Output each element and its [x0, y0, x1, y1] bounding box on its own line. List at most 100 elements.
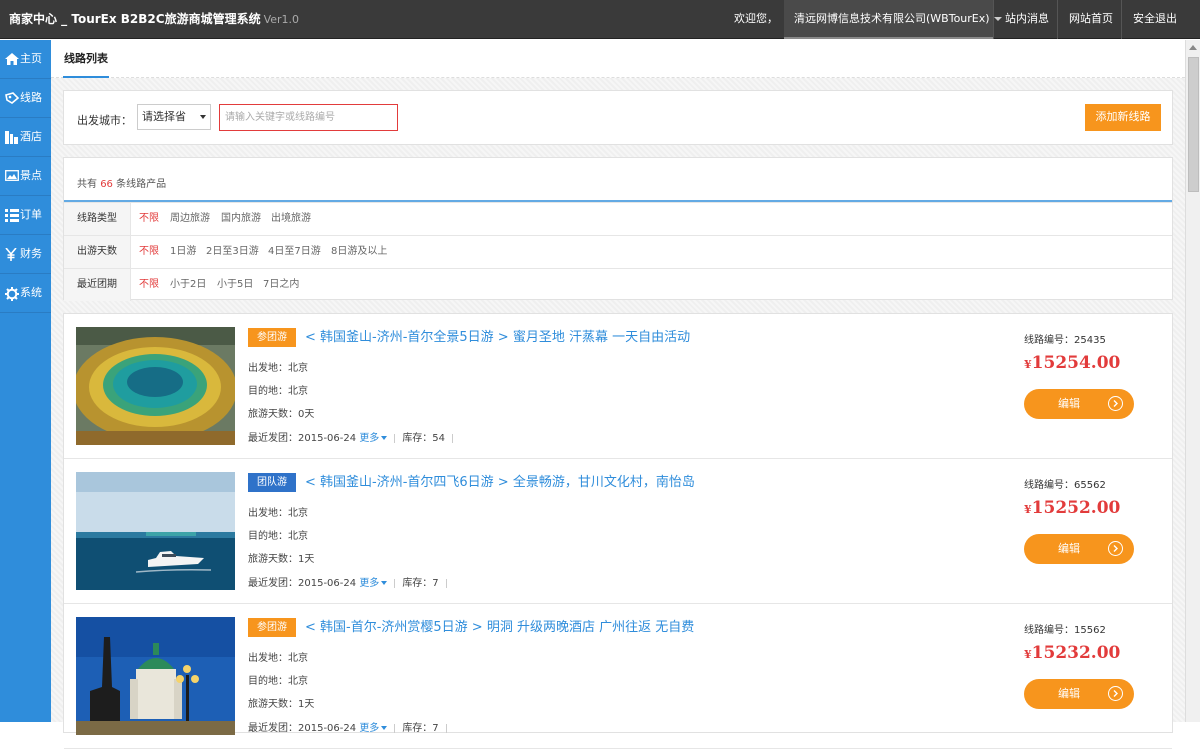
filter-option[interactable]: 国内旅游 [221, 203, 261, 235]
filter-option[interactable]: 1日游 [170, 236, 196, 268]
route-title-link[interactable]: < 韩国釜山-济州-首尔全景5日游 > 蜜月圣地 汗蒸幕 一天自由活动 [305, 326, 690, 345]
sidebar-item-label: 景点 [20, 169, 42, 182]
divider [394, 723, 396, 733]
route-title-link[interactable]: < 韩国-首尔-济州赏樱5日游 > 明洞 升级两晚酒店 广州往返 无自费 [305, 616, 694, 635]
tour-type-badge: 参团游 [248, 328, 296, 347]
sidebar-item-home[interactable]: 主页 [0, 40, 51, 79]
price-value: 15252.00 [1031, 498, 1121, 518]
more-dates-link[interactable]: 更多 [359, 578, 388, 589]
app-title: 商家中心 _ TourEx B2B2C旅游商城管理系统 Ver1.0 [9, 0, 299, 39]
filter-option[interactable]: 2日至3日游 [206, 236, 259, 268]
route-recent-info: 最近发团：2015-06-24 更多 库存：54 [248, 429, 460, 444]
filter-option[interactable]: 出境旅游 [271, 203, 311, 235]
route-list: 参团游 < 韩国釜山-济州-首尔全景5日游 > 蜜月圣地 汗蒸幕 一天自由活动 … [63, 313, 1173, 749]
filter-option[interactable]: 不限 [139, 203, 159, 235]
route-days: 旅游天数：1天 [248, 699, 315, 710]
divider [1121, 0, 1122, 39]
filter-option[interactable]: 7日之内 [263, 269, 299, 301]
filter-row-type: 线路类型 不限 周边旅游 国内旅游 出境旅游 [64, 202, 1172, 235]
chevron-down-icon [200, 115, 206, 119]
logout-link[interactable]: 安全退出 [1133, 0, 1177, 39]
gear-icon [5, 287, 19, 301]
sidebar-item-attractions[interactable]: 景点 [0, 157, 51, 196]
filter-option[interactable]: 周边旅游 [170, 203, 210, 235]
route-departure: 出发地：北京 [248, 653, 308, 664]
more-dates-link[interactable]: 更多 [359, 433, 388, 444]
sidebar-item-orders[interactable]: 订单 [0, 196, 51, 235]
route-stock: 库存：54 [402, 433, 446, 444]
route-departure: 出发地：北京 [248, 363, 308, 374]
filter-option[interactable]: 小于2日 [170, 269, 206, 301]
edit-route-button[interactable]: 编辑 [1024, 534, 1134, 564]
filter-option[interactable]: 8日游及以上 [331, 236, 387, 268]
filter-row-recent: 最近团期 不限 小于2日 小于5日 7日之内 [64, 268, 1172, 301]
route-title-link[interactable]: < 韩国釜山-济州-首尔四飞6日游 > 全景畅游，甘川文化村，南怡岛 [305, 471, 695, 490]
more-dates-link[interactable]: 更多 [359, 723, 388, 734]
add-route-button[interactable]: 添加新线路 [1085, 104, 1161, 131]
route-departure: 出发地：北京 [248, 508, 308, 519]
more-dates-label: 更多 [359, 723, 380, 734]
route-price: ¥15232.00 [1024, 643, 1120, 663]
filter-name: 线路类型 [64, 203, 131, 235]
sidebar-item-label: 订单 [20, 208, 42, 221]
province-select[interactable]: 请选择省 [137, 104, 211, 130]
route-item: 参团游 < 韩国釜山-济州-首尔全景5日游 > 蜜月圣地 汗蒸幕 一天自由活动 … [64, 314, 1172, 459]
sidebar-item-hotels[interactable]: 酒店 [0, 118, 51, 157]
company-dropdown[interactable]: 清远网博信息技术有限公司(WBTourEx) [784, 0, 1002, 39]
sidebar-item-routes[interactable]: 线路 [0, 79, 51, 118]
filter-option[interactable]: 小于5日 [217, 269, 253, 301]
route-thumbnail[interactable] [76, 472, 235, 590]
keyword-search-input[interactable] [219, 104, 398, 131]
edit-label: 编辑 [1058, 542, 1080, 555]
filter-option[interactable]: 不限 [139, 269, 159, 301]
sidebar-item-finance[interactable]: 财务 [0, 235, 51, 274]
search-panel: 出发城市： 请选择省 添加新线路 [63, 90, 1173, 145]
route-thumbnail[interactable] [76, 327, 235, 445]
city-landmark-photo [76, 617, 235, 735]
route-days: 旅游天数：1天 [248, 554, 315, 565]
filter-option[interactable]: 不限 [139, 236, 159, 268]
chevron-right-circle-icon [1108, 686, 1123, 701]
route-count-prefix: 共有 [77, 179, 97, 190]
app-version: Ver1.0 [263, 13, 300, 26]
route-item: 团队游 < 韩国釜山-济州-首尔四飞6日游 > 全景畅游，甘川文化村，南怡岛 出… [64, 459, 1172, 604]
list-icon [5, 209, 19, 222]
yen-icon [5, 248, 17, 261]
tour-type-badge: 团队游 [248, 473, 296, 492]
route-destination: 目的地：北京 [248, 531, 308, 542]
vertical-scrollbar[interactable] [1185, 40, 1200, 722]
currency-symbol: ¥ [1024, 648, 1032, 661]
sidebar-item-label: 财务 [20, 247, 42, 260]
edit-route-button[interactable]: 编辑 [1024, 679, 1134, 709]
route-count-number: 66 [100, 179, 113, 190]
route-code: 线路编号：65562 [1024, 480, 1106, 491]
route-count: 共有 66 条线路产品 [77, 175, 166, 190]
route-stock: 库存：7 [402, 723, 439, 734]
edit-route-button[interactable]: 编辑 [1024, 389, 1134, 419]
sidebar-item-label: 主页 [20, 52, 42, 65]
route-count-suffix: 条线路产品 [116, 179, 167, 190]
price-value: 15254.00 [1031, 353, 1121, 373]
welcome-text: 欢迎您， [734, 12, 778, 25]
tab-route-list[interactable]: 线路列表 [63, 40, 109, 78]
filter-row-days: 出游天数 不限 1日游 2日至3日游 4日至7日游 8日游及以上 [64, 235, 1172, 268]
messages-link[interactable]: 站内消息 [1005, 0, 1049, 39]
hotel-icon [5, 131, 18, 144]
route-price: ¥15254.00 [1024, 353, 1120, 373]
route-code: 线路编号：15562 [1024, 625, 1106, 636]
price-value: 15232.00 [1031, 643, 1121, 663]
divider [993, 0, 994, 39]
sidebar-item-system[interactable]: 系统 [0, 274, 51, 313]
sidebar-item-label: 酒店 [20, 130, 42, 143]
route-thumbnail[interactable] [76, 617, 235, 735]
route-recent-date: 最近发团：2015-06-24 [248, 578, 357, 589]
site-home-link[interactable]: 网站首页 [1069, 0, 1113, 39]
app-title-text: 商家中心 _ TourEx B2B2C旅游商城管理系统 [9, 12, 261, 26]
route-stock: 库存：7 [402, 578, 439, 589]
chevron-right-circle-icon [1108, 541, 1123, 556]
filter-option[interactable]: 4日至7日游 [268, 236, 321, 268]
scroll-up-icon[interactable] [1189, 45, 1197, 50]
scrollbar-thumb[interactable] [1188, 57, 1199, 192]
divider [394, 433, 396, 443]
divider [1057, 0, 1058, 39]
